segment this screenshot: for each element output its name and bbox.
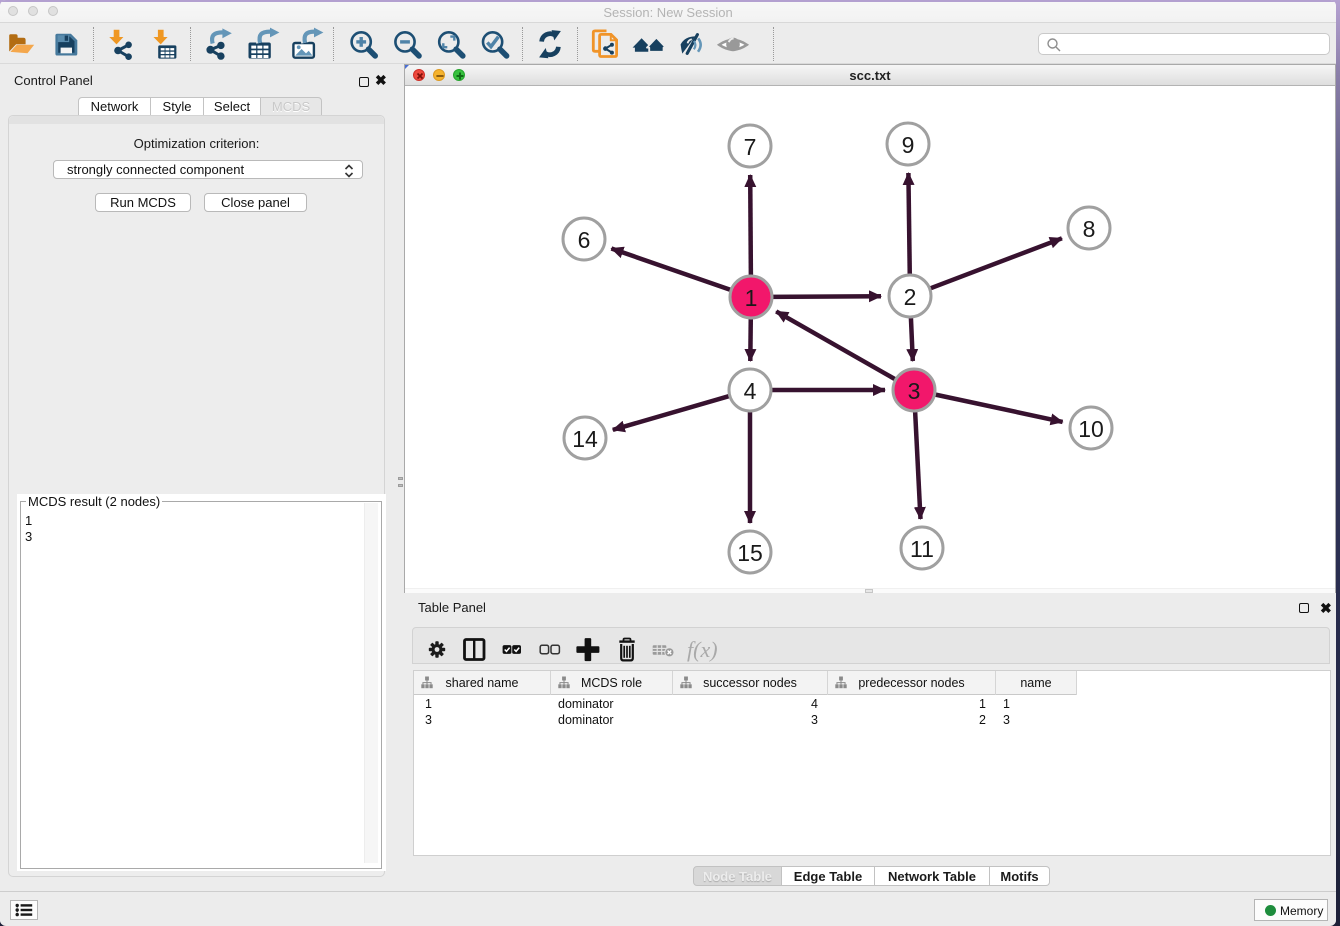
svg-text:11: 11 xyxy=(910,536,934,562)
svg-text:7: 7 xyxy=(744,134,757,160)
svg-text:3: 3 xyxy=(908,378,921,404)
svg-text:f(x): f(x) xyxy=(687,637,718,662)
svg-text:9: 9 xyxy=(902,132,915,158)
svg-text:2: 2 xyxy=(904,284,917,310)
svg-text:14: 14 xyxy=(572,426,598,452)
svg-text:1: 1 xyxy=(745,285,758,311)
svg-text:15: 15 xyxy=(737,540,763,566)
svg-text:4: 4 xyxy=(744,378,757,404)
svg-text:10: 10 xyxy=(1078,416,1104,442)
svg-text:6: 6 xyxy=(578,227,591,253)
svg-text:8: 8 xyxy=(1083,216,1096,242)
